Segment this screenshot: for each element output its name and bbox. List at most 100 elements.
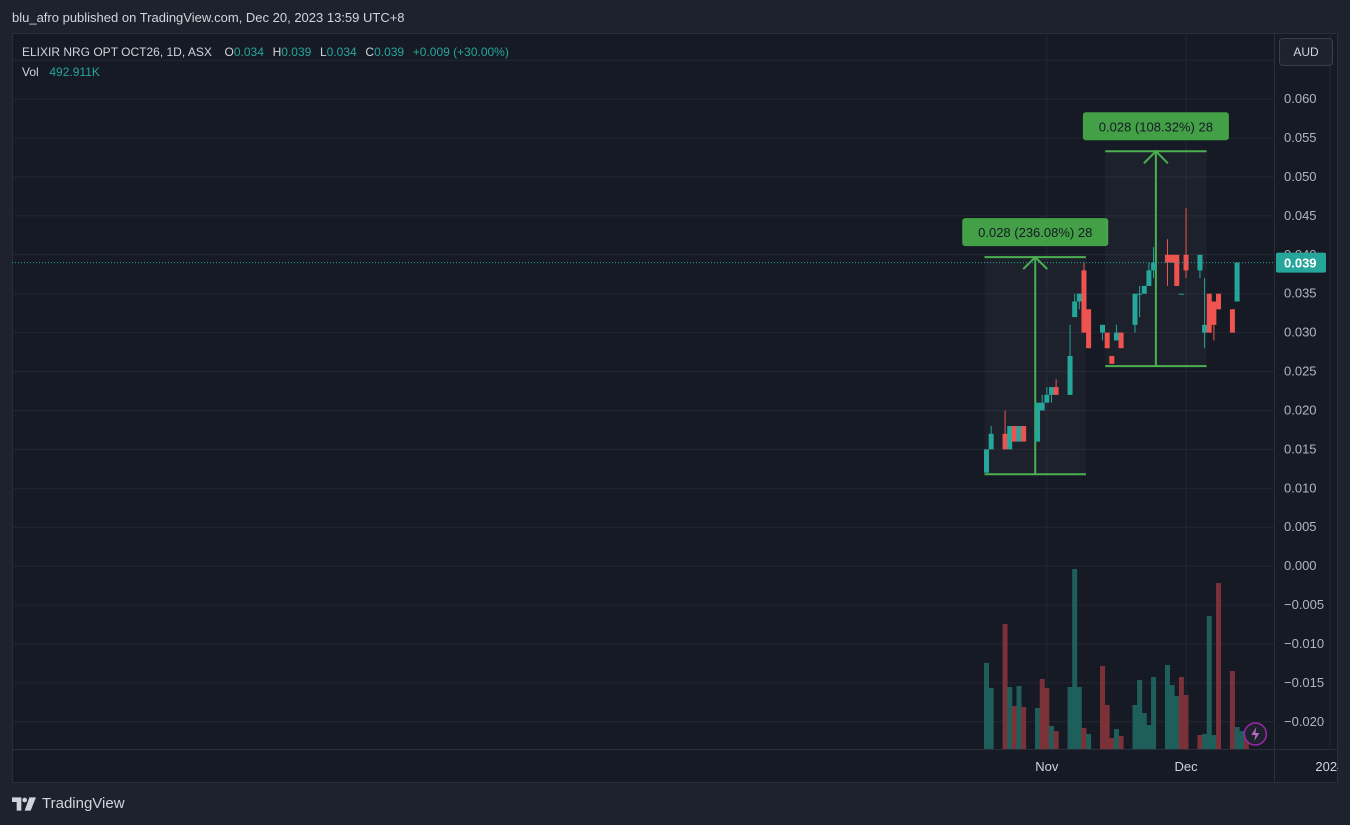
legend-low-value: 0.034 [326,45,357,59]
y-tick-label: 0.060 [1284,91,1317,106]
x-tick-label: 2024 [1315,759,1338,774]
legend-open-label: O [224,45,234,59]
currency-button[interactable]: AUD [1279,38,1333,66]
candle-body [1146,270,1152,286]
legend-symbol[interactable]: ELIXIR NRG OPT OCT26, 1D, ASX [22,45,212,59]
candle-body [1021,426,1027,442]
candle-body [1109,355,1115,364]
volume-bar [1174,696,1180,749]
volume-bar [1229,671,1235,749]
candle-body [1011,426,1017,442]
volume-bar [1118,736,1124,749]
y-tick-label: 0.045 [1284,208,1317,223]
volume-bar [984,663,990,749]
y-tick-label: −0.015 [1284,675,1324,690]
volume-bar [1141,713,1147,749]
candle-body [1113,332,1119,341]
volume-bar [1113,729,1119,749]
price-chart[interactable]: 0.0650.0600.0550.0500.0450.0400.0350.030… [12,33,1338,783]
candle-body [1234,262,1240,302]
legend-change: +0.009 (+30.00%) [412,45,509,59]
chart-legend: ELIXIR NRG OPT OCT26, 1D, ASX O0.034 H0.… [22,44,509,84]
y-tick-label: 0.010 [1284,480,1317,495]
footer-brand[interactable]: TradingView [12,795,125,812]
legend-high-label: H [272,45,282,59]
measure-label-text: 0.028 (236.08%) 28 [978,225,1092,240]
candle-body [1035,402,1041,442]
candle-body [1053,387,1059,395]
candle-body [984,449,990,473]
y-tick-label: 0.030 [1284,325,1317,340]
volume-bar [1086,734,1092,749]
footer-brand-label: TradingView [42,795,125,812]
candle-body [1072,301,1078,318]
legend-ohlc-row: ELIXIR NRG OPT OCT26, 1D, ASX O0.034 H0.… [22,44,509,64]
y-tick-label: 0.050 [1284,169,1317,184]
volume-bar [1234,727,1240,749]
volume-bar [1239,731,1245,749]
candle-body [1007,426,1013,450]
measure-label-text: 0.028 (108.32%) 28 [1099,119,1213,134]
candle-body [1216,293,1222,310]
volume-bar [1183,695,1189,749]
tradingview-logo-icon [12,796,36,811]
volume-bar [1021,707,1027,749]
volume-bar [1151,677,1157,749]
candle-body [1044,394,1050,403]
candle-body [1178,293,1184,295]
volume-bar [1197,735,1203,749]
candle-body [1211,301,1217,325]
candle-body [1202,324,1208,333]
volume-bar [1146,725,1152,749]
y-tick-label: −0.020 [1284,714,1324,729]
y-tick-label: 0.035 [1284,286,1317,301]
y-tick-label: 0.005 [1284,519,1317,534]
legend-volume-row: Vol 492.911K [22,64,509,84]
volume-bar [1132,705,1138,749]
y-tick-label: 0.020 [1284,402,1317,417]
y-tick-label: 0.055 [1284,130,1317,145]
legend-volume-value: 492.911K [49,65,100,79]
y-tick-label: −0.005 [1284,597,1324,612]
candle-body [1132,293,1138,325]
candle-body [1039,402,1045,411]
candle-body [1206,293,1212,333]
volume-bar [1211,735,1217,749]
legend-close-label: C [365,45,375,59]
volume-bar [1048,726,1054,749]
candle-body [1104,332,1110,349]
candle-body [1118,332,1124,349]
volume-bar [1216,583,1222,749]
volume-bar [1178,677,1184,749]
candle-body [1151,262,1157,271]
candle-body [1197,254,1203,271]
candle-body [988,433,994,450]
volume-bar [1081,728,1087,749]
volume-bar [1035,708,1041,749]
legend-close-value: 0.039 [374,45,405,59]
volume-bar [1072,569,1078,749]
legend-high-value: 0.039 [281,45,312,59]
candle-body [1137,293,1143,295]
volume-bar [1206,616,1212,749]
candle-body [1086,309,1092,349]
volume-bar [1044,688,1050,749]
candle-body [1141,285,1147,294]
volume-bar [1039,679,1045,749]
volume-bar [1104,705,1110,749]
volume-bar [1169,685,1175,749]
volume-bar [1164,665,1170,749]
legend-volume-label[interactable]: Vol [22,65,39,79]
volume-bar [1076,687,1082,749]
volume-bar [1067,687,1073,749]
y-tick-label: 0.015 [1284,441,1317,456]
legend-low-label: L [319,45,327,59]
publish-line: blu_afro published on TradingView.com, D… [12,10,405,25]
legend-open-value: 0.034 [233,45,264,59]
candle-body [1100,324,1106,333]
volume-bar [1109,738,1115,749]
volume-bar [1002,624,1008,749]
candle-body [1076,293,1082,302]
candle-body [1229,309,1235,333]
x-tick-label: Nov [1035,759,1059,774]
